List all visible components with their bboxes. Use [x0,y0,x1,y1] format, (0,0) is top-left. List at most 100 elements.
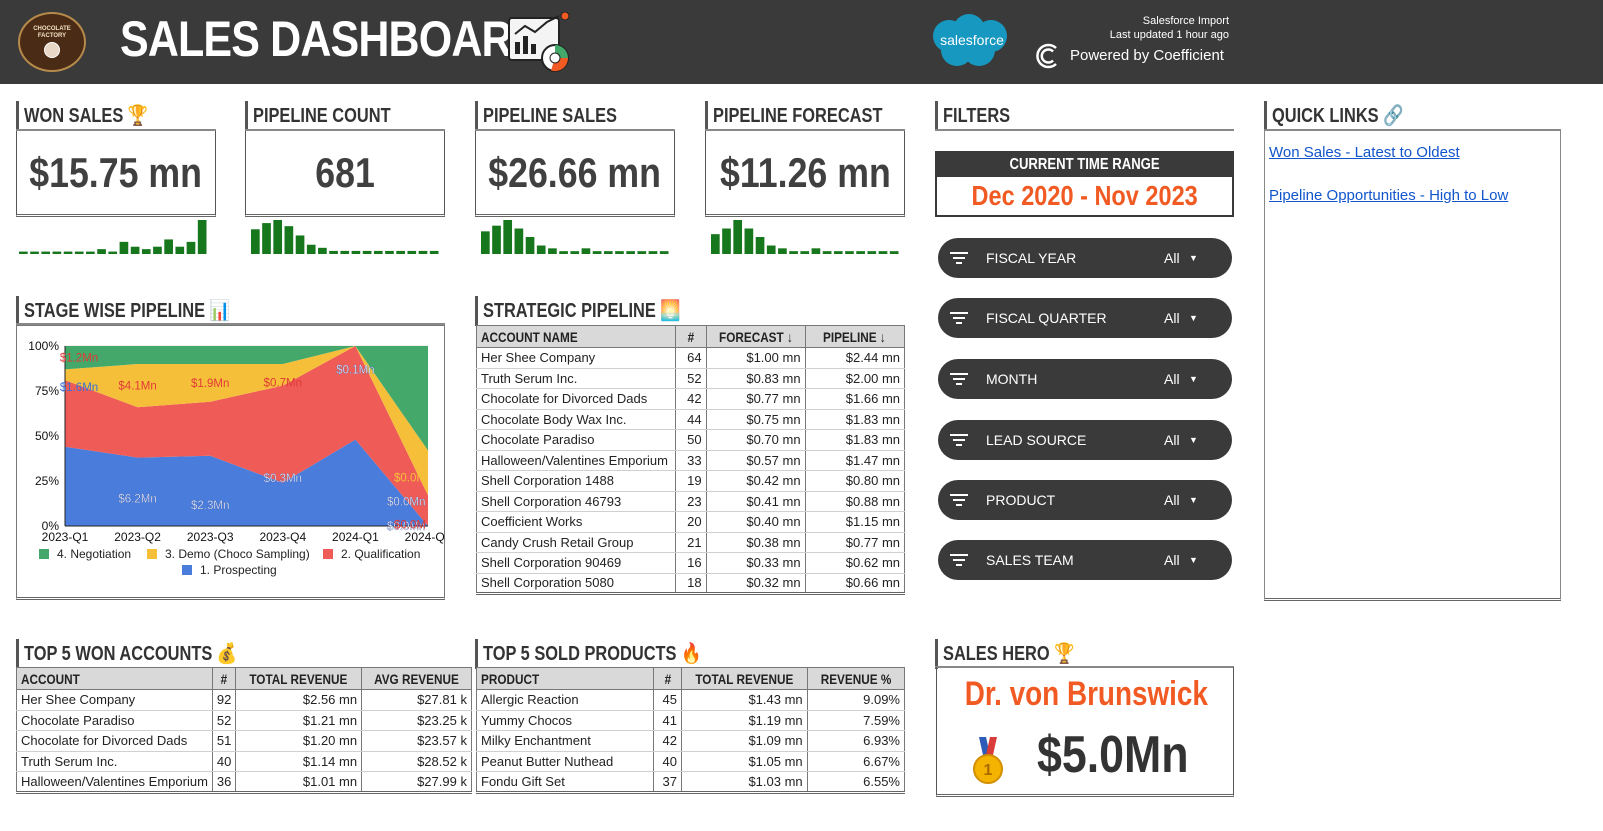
sparkline-bar [329,250,338,254]
sparkline-bar [429,250,439,254]
filter-value[interactable]: All [1164,480,1180,520]
link-pipeline-opportunities[interactable]: Pipeline Opportunities - High to Low [1269,187,1508,204]
column-header[interactable]: TOTAL REVENUE [680,667,808,690]
table-cell: $0.38 mn [705,532,806,553]
table-cell: 42 [674,388,707,410]
y-tick-label: 50% [35,429,59,443]
table-cell: 16 [674,552,707,574]
data-label: $0.0M [394,472,426,484]
column-header[interactable]: ACCOUNT NAME [476,325,676,348]
sparkline-bar [481,231,490,254]
top-products-table: PRODUCT # TOTAL REVENUE REVENUE % Allergic R… [476,667,906,794]
data-label: $4.1Mn [118,381,156,393]
table-cell: $0.62 mn [804,552,906,574]
link-won-sales-latest[interactable]: Won Sales - Latest to Oldest [1269,144,1460,161]
sparkline-bar [407,250,417,254]
x-tick-label: 2024-Q1 [332,530,379,544]
table-cell: $1.43 mn [680,689,808,711]
sparkline-bar [503,220,513,254]
column-header[interactable]: ACCOUNT [16,667,213,690]
sparkline-bar [878,251,888,254]
column-header[interactable]: AVG REVENUE [361,667,472,690]
column-header[interactable]: TOTAL REVENUE [235,667,363,690]
sparkline-bar [396,250,405,254]
sparkline-bar [251,229,260,254]
filter-value[interactable]: All [1164,238,1180,278]
table-header-row: ACCOUNT # TOTAL REVENUE AVG REVENUE [16,667,472,690]
table-cell: Allergic Reaction [476,689,654,711]
filter-icon [950,312,968,324]
filter-sales-team[interactable]: SALES TEAM All ▼ [938,540,1232,580]
column-header[interactable]: PRODUCT [476,667,654,690]
filter-month[interactable]: MONTH All ▼ [938,359,1232,399]
sparkline-bar [153,246,162,254]
sparkline-bar [581,248,591,254]
legend-label: 3. Demo (Choco Sampling) [165,547,310,561]
table-cell: $1.01 mn [235,771,363,794]
sparkline-bar [340,250,350,254]
table-cell: $0.75 mn [705,409,806,430]
table-row: Yummy Chocos 41 $1.19 mn 7.59% [476,710,906,731]
chevron-down-icon: ▼ [1189,313,1198,323]
powered-by-coefficient: Powered by Coefficient [1070,47,1224,64]
table-cell: $0.57 mn [705,450,806,471]
salesforce-logo-text: salesforce [940,32,1004,48]
filter-fiscal-year[interactable]: FISCAL YEAR All ▼ [938,238,1232,278]
filter-value[interactable]: All [1164,359,1180,399]
strategic-pipeline-table: ACCOUNT NAME # FORECAST ↓ PIPELINE ↓ Her She… [476,325,906,595]
sparkline-bar [119,241,129,254]
filter-lead-source[interactable]: LEAD SOURCE All ▼ [938,420,1232,460]
sparkline-bar [186,241,196,254]
legend-swatch [147,549,157,559]
column-header[interactable]: # [211,667,237,690]
filter-product[interactable]: PRODUCT All ▼ [938,480,1232,520]
chevron-down-icon: ▼ [1189,495,1198,505]
filter-label: LEAD SOURCE [986,432,1087,448]
kpi-card-won-sales: $15.75 mn [16,131,216,217]
table-cell: Halloween/Valentines Emporium [16,771,213,794]
filter-value[interactable]: All [1164,420,1180,460]
strategic-pipeline-title: STRATEGIC PIPELINE 🌅 [475,296,724,326]
sparkline-bar [856,251,865,254]
sparkline-bar [63,251,73,254]
y-tick-label: 75% [35,384,59,398]
column-header[interactable]: # [674,325,707,348]
table-cell: $1.83 mn [804,429,906,451]
table-row: Coefficient Works 20 $0.40 mn $1.15 mn [476,511,906,533]
sparkline-bar [615,251,624,254]
sparkline-bar [514,228,524,254]
filter-icon [950,554,968,566]
sparkline-bar [789,251,798,254]
table-cell: $1.66 mn [804,388,906,410]
filter-label: FISCAL QUARTER [986,310,1107,326]
column-header[interactable]: PIPELINE ↓ [804,325,906,348]
stage-pipeline-chart: 0% 25% 50% 75% 100% 2023-Q1 2023-Q2 2023-Q3 2023… [16,325,452,600]
table-row: Peanut Butter Nuthead 40 $1.05 mn 6.67% [476,751,906,772]
filter-value[interactable]: All [1164,298,1180,338]
column-header[interactable]: REVENUE % [806,667,906,690]
dashboard-chart-icon [508,12,570,72]
column-header[interactable]: FORECAST ↓ [705,325,806,348]
x-tick-label: 2023-Q1 [42,530,89,544]
filter-label: PRODUCT [986,492,1056,508]
table-cell: $2.56 mn [235,689,363,711]
table-row: Shell Corporation 5080 18 $0.32 mn $0.66 mn [476,573,906,595]
table-cell: $0.33 mn [705,552,806,574]
filter-value[interactable]: All [1164,540,1180,580]
sparkline-bar [74,251,84,254]
sparkline-bar [108,251,118,254]
table-cell: $23.25 k [361,710,472,731]
chevron-down-icon: ▼ [1189,253,1198,263]
table-cell: $1.03 mn [680,771,808,794]
kpi-title-won-sales: WON SALES 🏆 [16,101,176,131]
filter-fiscal-quarter[interactable]: FISCAL QUARTER All ▼ [938,298,1232,338]
sparkline-pipeline-sales [481,220,669,254]
table-cell: $1.83 mn [804,409,906,430]
table-cell: Chocolate for Divorced Dads [476,388,676,410]
column-header[interactable]: # [652,667,682,690]
sparkline-bar [385,250,394,254]
kpi-card-pipeline-sales: $26.66 mn [475,131,675,217]
table-cell: $2.00 mn [804,368,906,389]
table-cell: Chocolate Body Wax Inc. [476,409,676,430]
table-cell: $1.19 mn [680,710,808,731]
